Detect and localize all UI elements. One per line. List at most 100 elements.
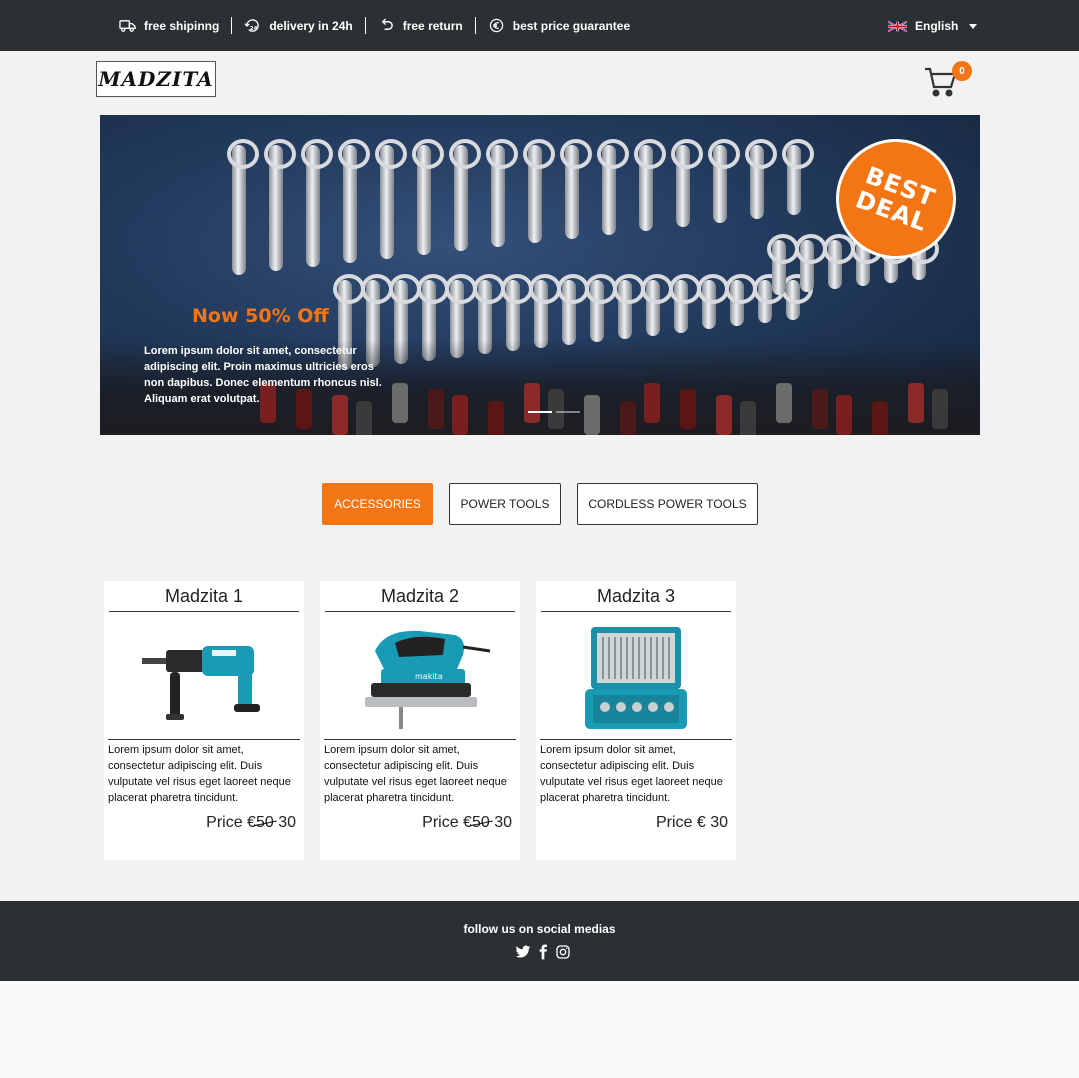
price-label: Price <box>422 814 459 831</box>
product-image-accessory-case[interactable] <box>541 617 731 739</box>
product-title[interactable]: Madzita 2 <box>325 585 515 612</box>
hero-wrench <box>634 139 666 231</box>
hero-wrench <box>597 139 629 235</box>
uk-flag-icon <box>888 20 907 32</box>
tab-power-tools[interactable]: POWER TOOLS <box>449 483 561 525</box>
truck-icon <box>119 20 136 32</box>
euro-icon <box>489 18 503 33</box>
perk-free-shipping: free shipinng <box>119 17 233 34</box>
svg-text:makita: makita <box>415 672 443 681</box>
current-price: 30 <box>278 814 296 831</box>
hero-wrench <box>823 234 855 289</box>
product-description: Lorem ipsum dolor sit amet, consectetur … <box>324 744 507 804</box>
hero-wrench <box>486 139 518 247</box>
product-card[interactable]: Madzita 3 Lorem ipsum dolor sit amet, co… <box>536 581 736 860</box>
product-price: Price € 30 <box>656 814 728 832</box>
hero-tool-handle <box>488 401 504 435</box>
hero-title: Now 50% Off <box>192 305 329 327</box>
hero-tool-handle <box>452 395 468 435</box>
perk-label: free return <box>402 18 463 33</box>
delivery-24h-icon: 24 <box>244 19 260 32</box>
tab-cordless-power-tools[interactable]: CORDLESS POWER TOOLS <box>577 483 758 525</box>
category-tabs: ACCESSORIES POWER TOOLS CORDLESS POWER T… <box>322 483 758 525</box>
perk-label: best price guarantee <box>512 18 631 33</box>
hero-wrench <box>669 274 701 333</box>
hero-wrench <box>782 139 814 215</box>
hero-tool-handle <box>428 389 444 429</box>
footer-social-text: follow us on social medias <box>463 922 616 936</box>
hero-tool-handle <box>836 395 852 435</box>
product-description: Lorem ipsum dolor sit amet, consectetur … <box>108 744 291 804</box>
product-image-jigsaw[interactable]: makita <box>325 617 515 739</box>
old-price: 50 <box>255 814 274 831</box>
footer: follow us on social medias <box>0 901 1079 981</box>
product-price: Price €50 30 <box>206 814 296 832</box>
perk-label: free shipinng <box>144 18 220 33</box>
language-label: English <box>915 19 959 33</box>
facebook-icon[interactable] <box>535 944 551 960</box>
return-arrow-icon <box>381 18 393 30</box>
hero-wrench <box>641 274 673 336</box>
instagram-icon[interactable] <box>555 944 571 960</box>
hero-wrench <box>767 234 799 295</box>
product-title[interactable]: Madzita 3 <box>541 585 731 612</box>
hero-wrench <box>523 139 555 243</box>
hero-tool-handle <box>644 383 660 423</box>
hero-tool-handle <box>812 389 828 429</box>
hero-wrench <box>781 274 813 320</box>
hero-wrench <box>708 139 740 223</box>
hero-wrench <box>338 139 370 263</box>
svg-text:24: 24 <box>250 26 258 32</box>
hero-wrench <box>671 139 703 227</box>
old-price: 50 <box>471 814 490 831</box>
hero-wrench <box>745 139 777 219</box>
cart-button[interactable]: 0 <box>924 61 974 100</box>
product-card[interactable]: Madzita 2 makita Lorem ipsum dolor sit a… <box>320 581 520 860</box>
tab-accessories[interactable]: ACCESSORIES <box>322 483 433 525</box>
price-currency: € <box>696 814 706 831</box>
hero-tool-handle <box>932 389 948 429</box>
language-selector[interactable]: English <box>888 17 978 35</box>
price-currency: € <box>247 814 256 831</box>
perk-free-return: free return <box>366 17 476 34</box>
hero-tool-handle <box>776 383 792 423</box>
hero-tool-handle <box>392 383 408 423</box>
hero-tool-handle <box>548 389 564 429</box>
social-links <box>515 944 571 960</box>
price-label: Price <box>206 814 243 831</box>
product-description: Lorem ipsum dolor sit amet, consectetur … <box>540 744 723 804</box>
product-card[interactable]: Madzita 1 Lorem ipsum dolor sit amet, co… <box>104 581 304 860</box>
perk-best-price: best price guarantee <box>476 17 642 34</box>
hero-banner[interactable]: Now 50% Off Lorem ipsum dolor sit amet, … <box>100 115 980 435</box>
hero-wrench <box>725 274 757 326</box>
logo[interactable]: MADZITA <box>96 61 216 97</box>
hero-tool-handle <box>716 395 732 435</box>
current-price: 30 <box>710 814 728 831</box>
carousel-dot-2[interactable] <box>556 411 580 413</box>
price-currency: € <box>463 814 472 831</box>
product-image-rotary-hammer[interactable] <box>109 617 299 739</box>
product-title[interactable]: Madzita 1 <box>109 585 299 612</box>
chevron-down-icon <box>969 23 978 29</box>
hero-wrench <box>227 139 259 275</box>
hero-wrench <box>697 274 729 329</box>
perks-list: free shipinng 24 delivery in 24h free re… <box>119 0 642 51</box>
hero-wrench <box>264 139 296 271</box>
hero-wrench <box>560 139 592 239</box>
twitter-icon[interactable] <box>515 944 531 960</box>
hero-wrench <box>753 274 785 323</box>
main-content: MADZITA 0 Now 50% Off Lorem ipsum dolor … <box>0 51 1079 901</box>
hero-tool-handle <box>584 395 600 435</box>
product-price: Price €50 30 <box>422 814 512 832</box>
price-label: Price <box>655 814 693 831</box>
hero-wrench <box>795 234 827 292</box>
perk-delivery: 24 delivery in 24h <box>232 17 366 34</box>
hero-wrench <box>557 274 589 345</box>
hero-tool-handle <box>872 401 888 435</box>
hero-wrench <box>301 139 333 267</box>
hero-wrench <box>529 274 561 348</box>
perk-label: delivery in 24h <box>269 18 353 33</box>
carousel-dot-1[interactable] <box>528 411 552 413</box>
hero-text: Lorem ipsum dolor sit amet, consectetur … <box>144 345 382 405</box>
hero-wrench <box>412 139 444 255</box>
